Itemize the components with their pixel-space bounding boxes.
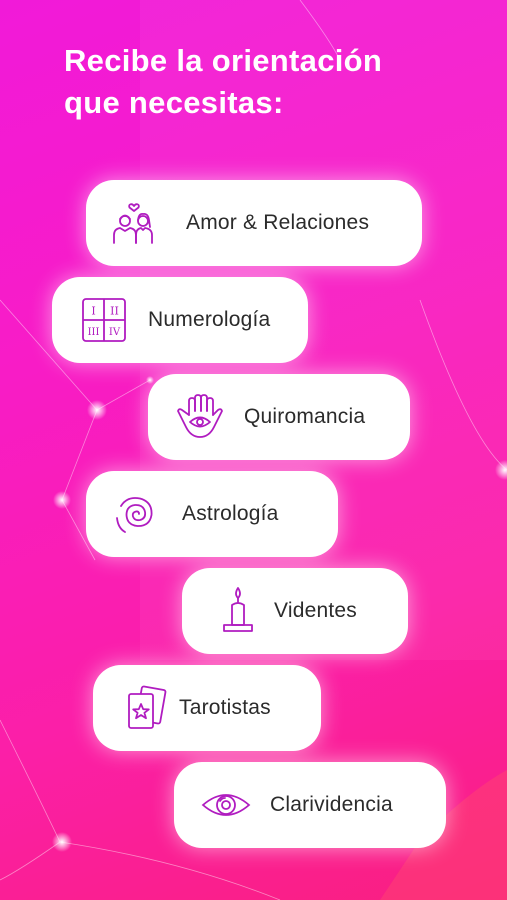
eye-icon	[198, 777, 254, 833]
headline-line-1: Recibe la orientación	[64, 43, 383, 78]
service-label-amor-relaciones: Amor & Relaciones	[186, 211, 370, 234]
headline-line-2: que necesitas:	[64, 85, 284, 120]
hamsa-hand-icon	[172, 389, 228, 445]
numeral-iii: III	[88, 327, 100, 338]
numeral-iv: IV	[109, 327, 121, 338]
service-card-videntes[interactable]: Videntes	[182, 568, 408, 654]
spiral-icon	[110, 486, 166, 542]
service-label-videntes: Videntes	[274, 599, 357, 622]
page-headline: Recibe la orientación que necesitas:	[64, 40, 484, 124]
service-card-numerologia[interactable]: I II III IV Numerología	[52, 277, 308, 363]
service-card-clarividencia[interactable]: Clarividencia	[174, 762, 446, 848]
numeral-i: I	[91, 305, 95, 318]
couple-icon	[106, 195, 162, 251]
candle-icon	[210, 583, 266, 639]
service-label-numerologia: Numerología	[148, 308, 271, 331]
service-label-tarotistas: Tarotistas	[179, 696, 271, 719]
numeral-ii: II	[110, 305, 119, 318]
service-card-tarotistas[interactable]: Tarotistas	[93, 665, 321, 751]
service-card-quiromancia[interactable]: Quiromancia	[148, 374, 410, 460]
service-card-amor-relaciones[interactable]: Amor & Relaciones	[86, 180, 422, 266]
service-label-astrologia: Astrología	[182, 502, 279, 525]
tarot-cards-icon	[119, 680, 175, 736]
numerology-grid-icon: I II III IV	[76, 292, 132, 348]
service-label-quiromancia: Quiromancia	[244, 405, 366, 428]
service-label-clarividencia: Clarividencia	[270, 793, 393, 816]
service-card-astrologia[interactable]: Astrología	[86, 471, 338, 557]
